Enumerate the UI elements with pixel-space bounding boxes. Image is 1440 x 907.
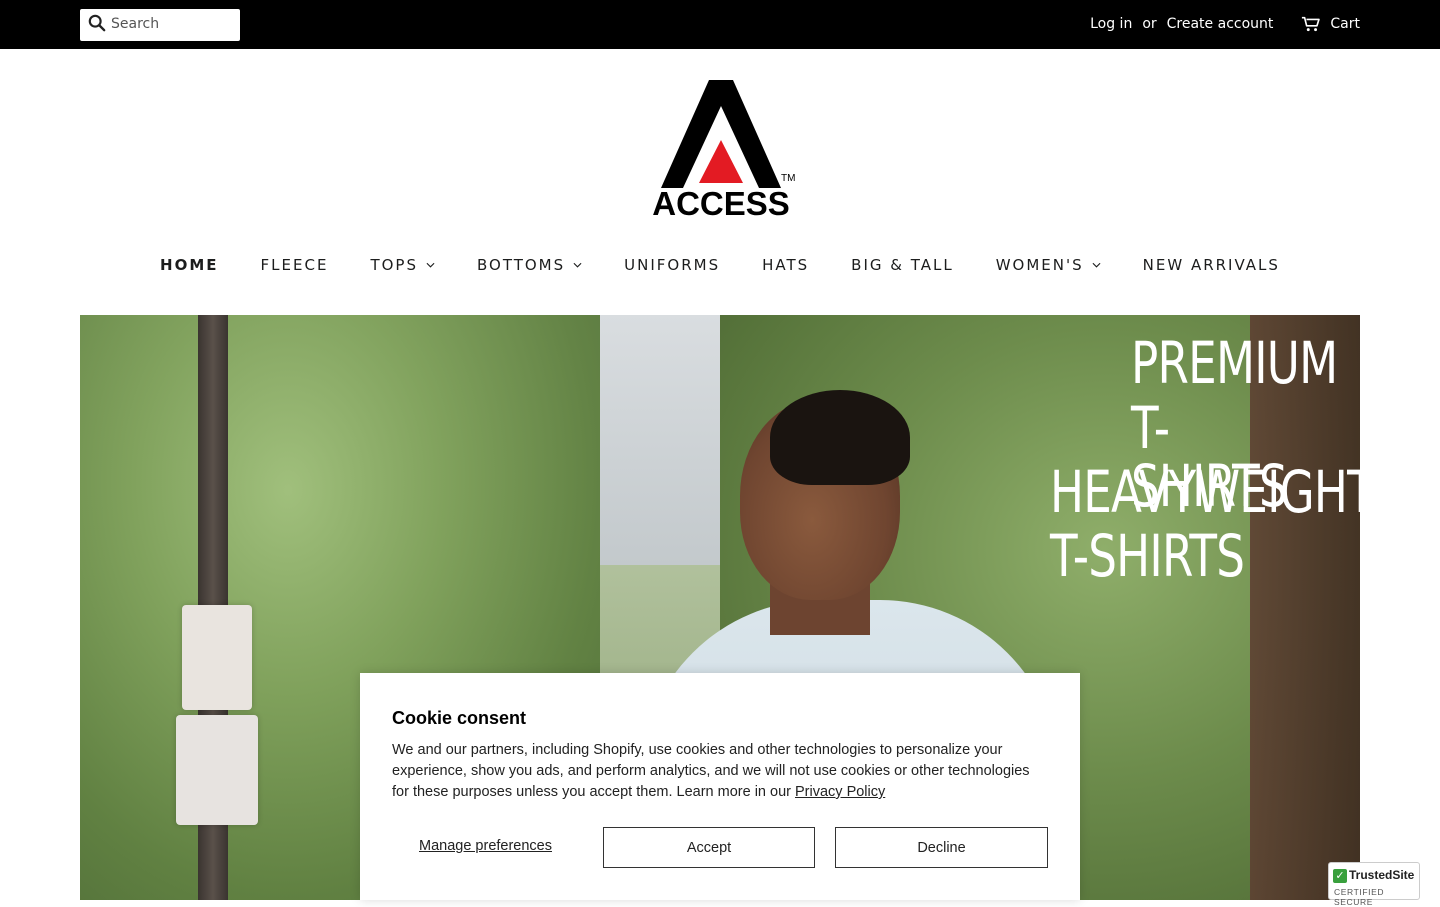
nav-new-arrivals-label: NEW ARRIVALS	[1142, 256, 1280, 274]
nav-womens-label: WOMEN'S	[995, 256, 1084, 274]
trustedsite-name: TrustedSite	[1349, 868, 1415, 882]
decline-button[interactable]: Decline	[835, 827, 1048, 868]
cookie-body: We and our partners, including Shopify, …	[392, 740, 1042, 803]
nav-fleece-label: FLEECE	[260, 256, 329, 274]
create-account-link[interactable]: Create account	[1167, 16, 1274, 32]
logo-tm: TM	[781, 173, 795, 184]
logo-brand: ACCESS	[652, 185, 790, 220]
manage-preferences-link[interactable]: Manage preferences	[419, 838, 552, 854]
nav-uniforms-label: UNIFORMS	[624, 256, 721, 274]
cookie-consent-dialog: Cookie consent We and our partners, incl…	[360, 673, 1080, 900]
main-nav: HOME FLEECE TOPS BOTTOMS UNIFORMS HATS B…	[0, 252, 1440, 278]
top-bar: Search Log in or Create account Cart	[0, 0, 1440, 49]
nav-tops-label: TOPS	[370, 256, 418, 274]
cookie-title: Cookie consent	[392, 708, 527, 728]
accept-button[interactable]: Accept	[603, 827, 815, 868]
nav-hats-label: HATS	[762, 256, 810, 274]
nav-home[interactable]: HOME	[139, 256, 239, 274]
hero-heading-line-1: PREMIUM	[1131, 329, 1338, 397]
chevron-down-icon	[1092, 262, 1101, 268]
nav-big-tall-label: BIG & TALL	[851, 256, 954, 274]
trustedsite-sub: CERTIFIED SECURE	[1334, 887, 1385, 907]
hero-street-sign	[182, 605, 252, 710]
cart-link[interactable]: Cart	[1301, 15, 1360, 33]
privacy-policy-link[interactable]: Privacy Policy	[795, 784, 885, 800]
hero-heading-line-3: HEAVYWEIGHT	[1050, 458, 1360, 526]
or-text: or	[1142, 16, 1157, 32]
nav-fleece[interactable]: FLEECE	[240, 256, 350, 274]
hero-model-hair	[770, 390, 910, 485]
hero-parking-sign	[176, 715, 258, 825]
cookie-body-text: We and our partners, including Shopify, …	[392, 742, 1030, 800]
nav-hats[interactable]: HATS	[741, 256, 830, 274]
chevron-down-icon	[573, 262, 582, 268]
nav-home-label: HOME	[160, 256, 219, 274]
nav-big-tall[interactable]: BIG & TALL	[830, 256, 975, 274]
check-icon: ✓	[1333, 869, 1347, 883]
nav-bottoms[interactable]: BOTTOMS	[456, 256, 603, 274]
search-placeholder: Search	[111, 16, 160, 32]
hero-heading-line-4: T-SHIRTS	[1050, 522, 1245, 590]
account-links: Log in or Create account Cart	[1090, 13, 1360, 35]
search-input[interactable]: Search	[80, 9, 240, 41]
search-icon[interactable]	[88, 14, 106, 32]
nav-tops[interactable]: TOPS	[349, 256, 456, 274]
nav-womens[interactable]: WOMEN'S	[975, 256, 1122, 274]
chevron-down-icon	[426, 262, 435, 268]
login-link[interactable]: Log in	[1090, 16, 1132, 32]
site-logo[interactable]: TM ACCESS	[643, 78, 799, 222]
nav-bottoms-label: BOTTOMS	[476, 256, 566, 274]
cart-label: Cart	[1330, 16, 1360, 32]
cart-icon	[1302, 16, 1321, 32]
trustedsite-badge[interactable]: ✓ TrustedSite CERTIFIED SECURE	[1328, 862, 1420, 907]
nav-new-arrivals[interactable]: NEW ARRIVALS	[1122, 256, 1301, 274]
nav-uniforms[interactable]: UNIFORMS	[603, 256, 741, 274]
